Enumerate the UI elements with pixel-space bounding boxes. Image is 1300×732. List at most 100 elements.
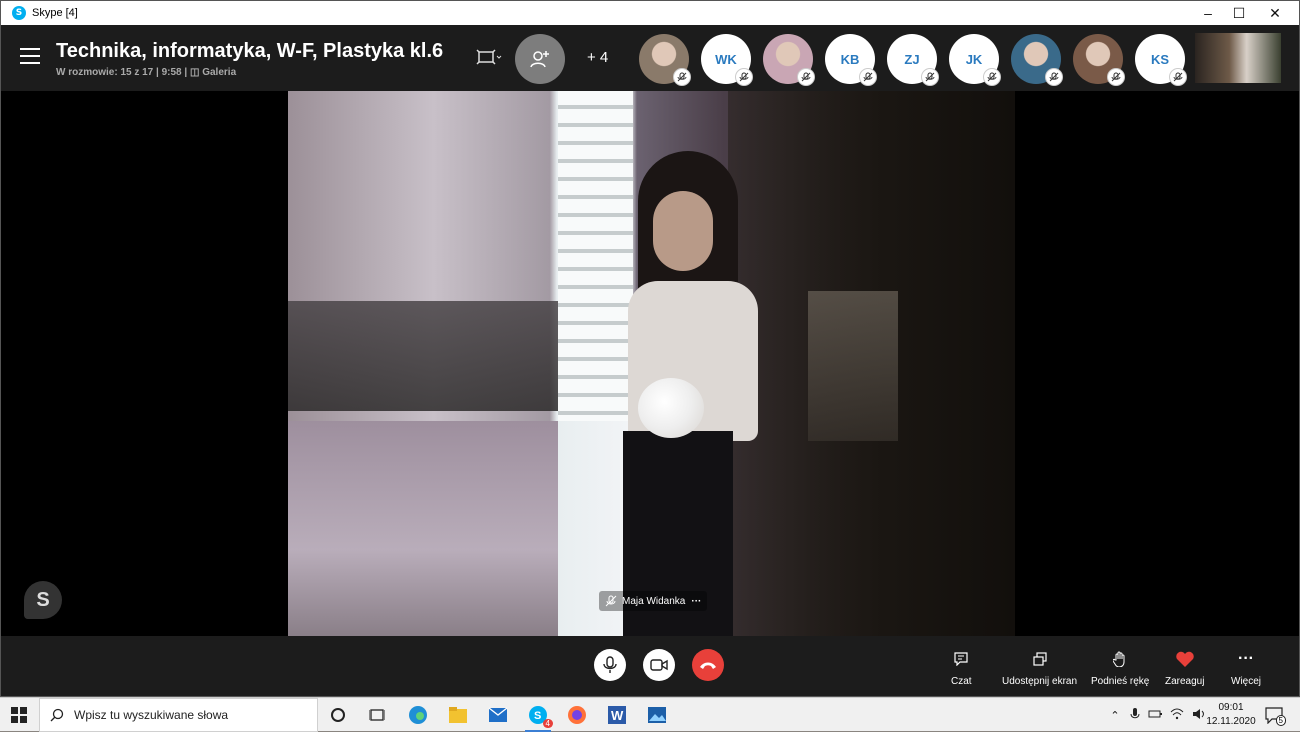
clock-date: 12.11.2020: [1206, 716, 1256, 727]
raise-hand-label: Podnieś rękę: [1091, 676, 1150, 687]
camera-icon: [650, 659, 668, 671]
muted-mic-icon: [983, 68, 1001, 86]
camera-button[interactable]: [643, 649, 675, 681]
more-participants-count[interactable]: + 4: [587, 49, 608, 66]
photos-icon[interactable]: [644, 702, 670, 728]
raise-hand-button[interactable]: Podnieś rękę: [1091, 648, 1149, 687]
muted-mic-icon: [1169, 68, 1187, 86]
windows-start-button[interactable]: [0, 698, 38, 732]
call-status: W rozmowie: 15 z 17 | 9:58 |: [56, 67, 188, 78]
react-label: Zareaguj: [1165, 676, 1205, 687]
file-explorer-icon[interactable]: [445, 702, 471, 728]
share-screen-button[interactable]: Udostępnij ekran: [1002, 648, 1077, 687]
raise-hand-icon: [1113, 651, 1125, 667]
speaker-more-button[interactable]: ···: [691, 596, 701, 607]
search-placeholder: Wpisz tu wyszukiwane słowa: [74, 708, 229, 722]
share-screen-label: Udostępnij ekran: [1002, 676, 1078, 687]
muted-mic-icon: [1045, 68, 1063, 86]
windows-logo-icon: [11, 707, 27, 723]
white-ball: [638, 378, 704, 438]
firefox-icon[interactable]: [564, 702, 590, 728]
search-icon: [50, 708, 64, 722]
skype-window: S Skype [4] – ☐ ✕ Technika, informatyka,…: [0, 0, 1300, 697]
easel: [808, 291, 898, 441]
system-tray: ⌃: [1108, 698, 1206, 732]
window-blind: [558, 91, 633, 421]
participant-avatar[interactable]: [1073, 34, 1125, 86]
task-view-icon[interactable]: [364, 702, 390, 728]
more-icon: ···: [1238, 650, 1254, 667]
wifi-icon[interactable]: [1170, 708, 1184, 723]
participant-avatar[interactable]: KB: [825, 34, 877, 86]
svg-text:W: W: [611, 708, 624, 723]
maximize-button[interactable]: ☐: [1221, 1, 1257, 25]
mail-icon[interactable]: [485, 702, 511, 728]
muted-mic-icon: [605, 595, 617, 607]
participant-avatar[interactable]: [763, 34, 815, 86]
layout-switch-icon[interactable]: [476, 48, 502, 71]
call-header: Technika, informatyka, W-F, Plastyka kl.…: [1, 25, 1299, 91]
participant-avatar[interactable]: [639, 34, 691, 86]
self-video-preview[interactable]: [1195, 33, 1281, 83]
participant-initials: ZJ: [904, 51, 920, 67]
chat-icon: [954, 652, 968, 666]
close-button[interactable]: ✕: [1257, 1, 1293, 25]
title-bar: S Skype [4] – ☐ ✕: [1, 1, 1299, 25]
participant-avatar[interactable]: KS: [1135, 34, 1187, 86]
taskbar-search[interactable]: Wpisz tu wyszukiwane słowa: [39, 698, 318, 732]
add-participant-button[interactable]: [515, 34, 565, 84]
muted-mic-icon: [797, 68, 815, 86]
chat-label: Czat: [951, 676, 972, 687]
react-button[interactable]: Zareaguj: [1165, 648, 1204, 687]
participant-avatar[interactable]: ZJ: [887, 34, 939, 86]
call-controls: Czat Udostępnij ekran Podnieś rękę Zarea…: [1, 636, 1299, 696]
muted-mic-icon: [735, 68, 753, 86]
edge-icon[interactable]: [405, 702, 431, 728]
skype-taskbar-icon[interactable]: S 4: [525, 702, 553, 732]
add-person-icon: [530, 51, 549, 68]
participant-avatar[interactable]: [1011, 34, 1063, 86]
participant-initials: KS: [1150, 51, 1170, 67]
window-title: Skype [4]: [32, 7, 78, 19]
call-title: Technika, informatyka, W-F, Plastyka kl.…: [56, 40, 444, 62]
muted-mic-icon: [921, 68, 939, 86]
more-label: Więcej: [1231, 676, 1262, 687]
microphone-tray-icon[interactable]: [1130, 707, 1140, 724]
windows-taskbar: Wpisz tu wyszukiwane słowa S 4 W ⌃ 09:01…: [0, 697, 1300, 732]
muted-mic-icon: [1107, 68, 1125, 86]
cortana-icon[interactable]: [325, 702, 351, 728]
taskbar-clock[interactable]: 09:01 12.11.2020: [1204, 701, 1258, 729]
participant-initials: WK: [715, 51, 737, 67]
muted-mic-icon: [859, 68, 877, 86]
skype-badge: 4: [542, 719, 553, 728]
skype-logo-icon: S: [24, 581, 62, 619]
main-video: [288, 91, 1015, 636]
microphone-icon: [603, 656, 617, 673]
speaker-name: Maja Widanka: [622, 595, 686, 607]
skype-app-icon: S: [12, 6, 26, 20]
view-mode-label: Galeria: [202, 67, 237, 78]
clock-time: 09:01: [1218, 702, 1244, 713]
notifications-button[interactable]: 5: [1265, 706, 1286, 726]
menu-icon[interactable]: [20, 48, 40, 64]
gallery-icon: ◫: [189, 67, 203, 78]
heart-icon: [1176, 651, 1194, 667]
speaker-name-tag[interactable]: Maja Widanka ···: [599, 591, 708, 611]
svg-text:S: S: [534, 710, 541, 722]
hang-up-icon: [700, 662, 716, 669]
battery-icon[interactable]: [1148, 709, 1162, 722]
microphone-button[interactable]: [594, 649, 626, 681]
more-button[interactable]: ··· Więcej: [1231, 648, 1261, 687]
notification-count: 5: [1275, 715, 1286, 726]
share-screen-icon: [1032, 652, 1047, 666]
chat-button[interactable]: Czat: [951, 648, 972, 687]
end-call-button[interactable]: [692, 649, 724, 681]
show-hidden-icons[interactable]: ⌃: [1108, 709, 1122, 722]
participant-avatar[interactable]: WK: [701, 34, 753, 86]
word-icon[interactable]: W: [604, 702, 630, 728]
call-subtitle: W rozmowie: 15 z 17 | 9:58 | ◫ Galeria: [56, 67, 236, 78]
muted-mic-icon: [673, 68, 691, 86]
participant-avatar[interactable]: JK: [949, 34, 1001, 86]
participant-initials: JK: [965, 51, 983, 67]
participant-initials: KB: [840, 51, 860, 67]
